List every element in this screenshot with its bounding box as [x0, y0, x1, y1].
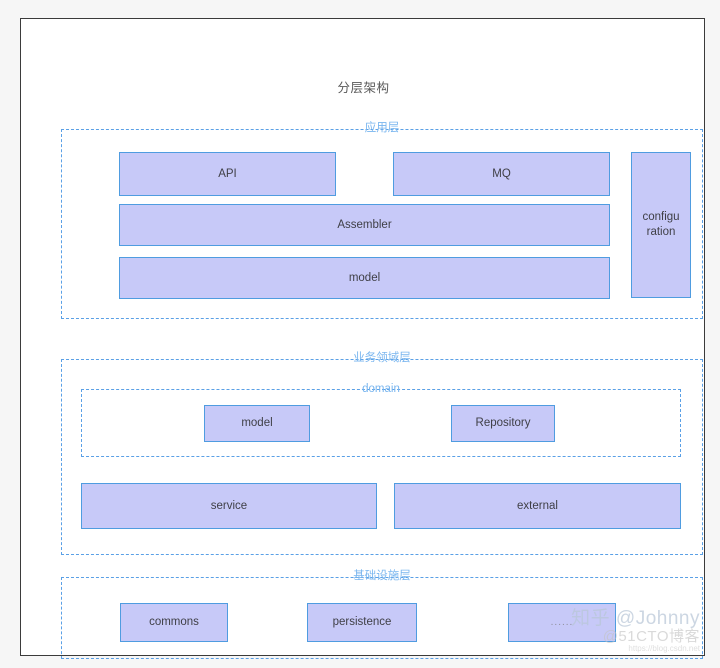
box-api[interactable]: API	[119, 152, 336, 196]
box-configuration[interactable]: configu ration	[631, 152, 691, 298]
box-persistence[interactable]: persistence	[307, 603, 417, 642]
box-external[interactable]: external	[394, 483, 681, 529]
box-repository[interactable]: Repository	[451, 405, 555, 442]
box-model-domain[interactable]: model	[204, 405, 310, 442]
diagram-frame: 分层架构 应用层 API MQ Assembler model configu r…	[20, 18, 705, 659]
box-service[interactable]: service	[81, 483, 377, 529]
layer-domain-label: 业务领域层	[353, 352, 411, 364]
box-assembler[interactable]: Assembler	[119, 204, 610, 246]
box-ellipsis[interactable]: ......	[508, 603, 616, 642]
diagram-title: 分层架构	[337, 81, 390, 95]
box-commons[interactable]: commons	[120, 603, 228, 642]
box-model-application[interactable]: model	[119, 257, 610, 299]
layer-infrastructure-label: 基础设施层	[353, 570, 411, 582]
box-mq[interactable]: MQ	[393, 152, 610, 196]
layer-application-label: 应用层	[364, 122, 400, 134]
domain-subbox: domain	[81, 383, 681, 457]
